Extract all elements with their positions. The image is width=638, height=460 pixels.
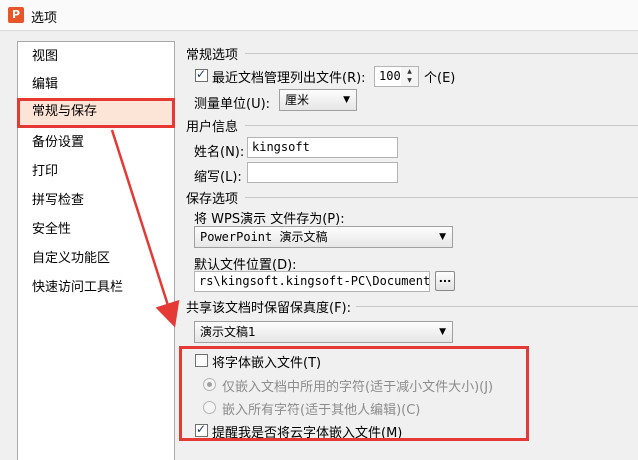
annotation-arrow <box>110 129 180 328</box>
arrow-line <box>110 129 180 328</box>
